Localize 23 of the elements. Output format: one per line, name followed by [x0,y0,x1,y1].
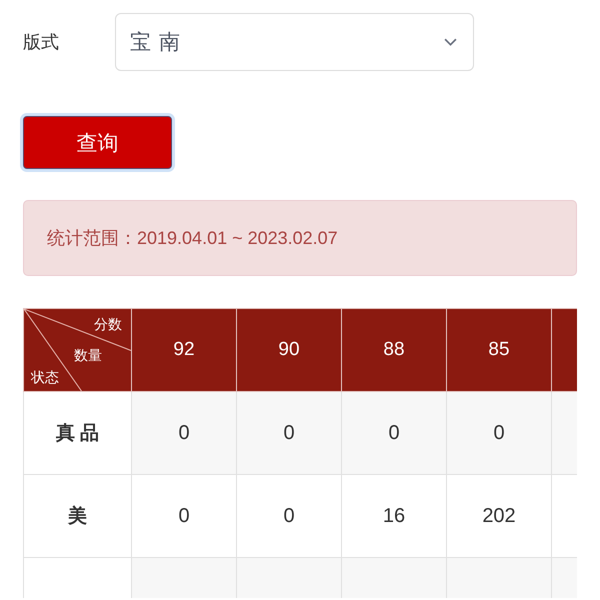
select-value: 宝 南 [130,30,181,56]
column-header: 90 [236,308,342,392]
table-cell: 0 [132,474,236,558]
row-header: 真 品 [24,392,132,474]
table-cell: 0 [446,392,552,474]
status-axis-label: 状态 [31,369,59,385]
row-header: 美 [24,474,132,558]
query-button[interactable]: 查询 [23,116,172,169]
column-header: 92 [132,308,236,392]
date-range-alert: 统计范围：2019.04.01 ~ 2023.02.07 [23,200,577,276]
column-header: 85 [446,308,552,392]
table-cell: 0 [342,392,446,474]
table-cell: 0 [236,392,342,474]
column-header: 88 [342,308,446,392]
score-axis-label: 分数 [94,316,122,332]
table-cell: 0 [132,392,236,474]
style-select[interactable]: 宝 南 [115,13,474,71]
format-label: 版式 [23,30,60,54]
table-cell: 0 [236,474,342,558]
count-axis-label: 数量 [74,347,102,363]
table-cell: 16 [342,474,446,558]
chevron-down-icon [444,38,457,46]
table-cell: 202 [446,474,552,558]
